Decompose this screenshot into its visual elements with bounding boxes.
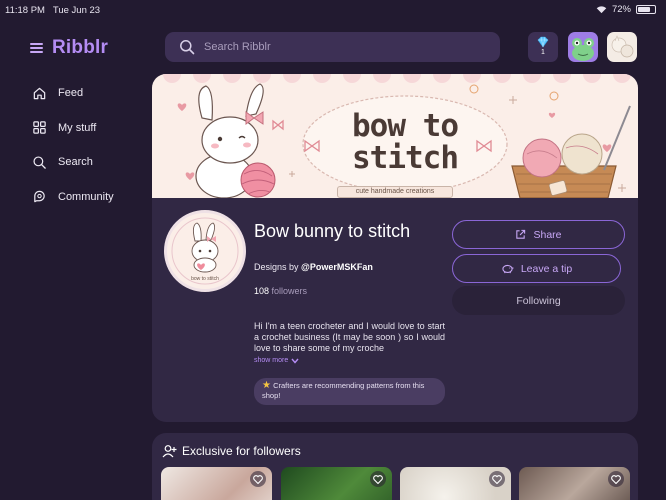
heart-icon[interactable] — [489, 471, 505, 487]
exclusive-thumb[interactable] — [400, 467, 511, 500]
sidebar-item-label: Community — [58, 190, 114, 203]
exclusive-title: Exclusive for followers — [182, 444, 301, 458]
gem-count: 1 — [541, 49, 545, 56]
heart-icon[interactable] — [250, 471, 266, 487]
shop-avatar: bow to stitch — [164, 210, 246, 292]
frog-avatar-button[interactable] — [568, 32, 598, 62]
community-icon — [34, 191, 45, 203]
shop-avatar-text: bow to stitch — [191, 276, 219, 282]
shop-description: Hi I'm a teen crocheter and I would love… — [254, 321, 445, 353]
home-icon — [33, 87, 46, 100]
show-more-link[interactable]: show more — [254, 357, 299, 364]
share-button[interactable]: Share — [452, 220, 625, 249]
exclusive-header: Exclusive for followers — [162, 444, 301, 458]
search-icon — [180, 40, 195, 55]
menu-icon[interactable] — [30, 43, 43, 53]
heart-icon[interactable] — [370, 471, 386, 487]
star-icon: ★ — [262, 380, 271, 391]
gems-button[interactable]: 1 — [528, 32, 558, 62]
brand: Ribblr — [30, 37, 108, 59]
status-bar: 11:18 PM Tue Jun 23 72% — [0, 0, 666, 20]
status-time: 11:18 PM Tue Jun 23 — [5, 5, 101, 16]
search-input[interactable] — [204, 41, 484, 53]
sidebar: Ribblr Feed My stuff Search Community — [0, 20, 152, 500]
sidebar-item-label: My stuff — [58, 121, 97, 134]
heart-icon[interactable] — [608, 471, 624, 487]
exclusive-thumb[interactable] — [519, 467, 630, 500]
following-button[interactable]: Following — [452, 286, 625, 315]
exclusive-section: Exclusive for followers — [152, 433, 638, 500]
grid-icon — [33, 121, 46, 134]
add-user-icon — [162, 445, 177, 458]
sidebar-item-feed[interactable]: Feed — [32, 76, 114, 111]
battery-percent: 72% — [611, 4, 631, 15]
sidebar-item-search[interactable]: Search — [32, 145, 114, 180]
sidebar-item-community[interactable]: Community — [32, 180, 114, 215]
shop-card: bow to stitch cute handmade creations bo… — [152, 74, 638, 422]
frog-icon — [572, 38, 594, 61]
chevron-down-icon — [291, 358, 299, 364]
battery-icon — [636, 5, 656, 14]
search-icon — [33, 156, 46, 169]
shop-banner: bow to stitch cute handmade creations — [152, 74, 638, 198]
recommend-badge: ★ Crafters are recommending patterns fro… — [254, 378, 445, 405]
banner-title: bow to stitch — [352, 108, 459, 176]
sidebar-item-my-stuff[interactable]: My stuff — [32, 111, 114, 146]
exclusive-thumb[interactable] — [281, 467, 392, 500]
search-bar[interactable] — [165, 32, 500, 62]
designer-link[interactable]: @PowerMSKFan — [301, 262, 373, 272]
designs-by: Designs by @PowerMSKFan — [254, 262, 373, 272]
app-logo[interactable]: Ribblr — [52, 37, 108, 59]
share-icon — [516, 229, 526, 239]
followers-count[interactable]: 108 followers — [254, 286, 307, 296]
banner-subtitle: cute handmade creations — [337, 186, 453, 198]
sidebar-nav: Feed My stuff Search Community — [32, 76, 114, 214]
piggy-bank-icon — [502, 264, 514, 274]
profile-avatar-button[interactable] — [607, 32, 637, 62]
wifi-icon — [596, 6, 607, 14]
shop-name: Bow bunny to stitch — [254, 221, 411, 241]
status-right: 72% — [596, 4, 656, 15]
sidebar-item-label: Feed — [58, 87, 84, 100]
leave-a-tip-button[interactable]: Leave a tip — [452, 254, 621, 283]
profile-avatar-icon — [611, 35, 634, 58]
exclusive-thumb[interactable] — [161, 467, 272, 500]
sidebar-item-label: Search — [58, 156, 93, 169]
